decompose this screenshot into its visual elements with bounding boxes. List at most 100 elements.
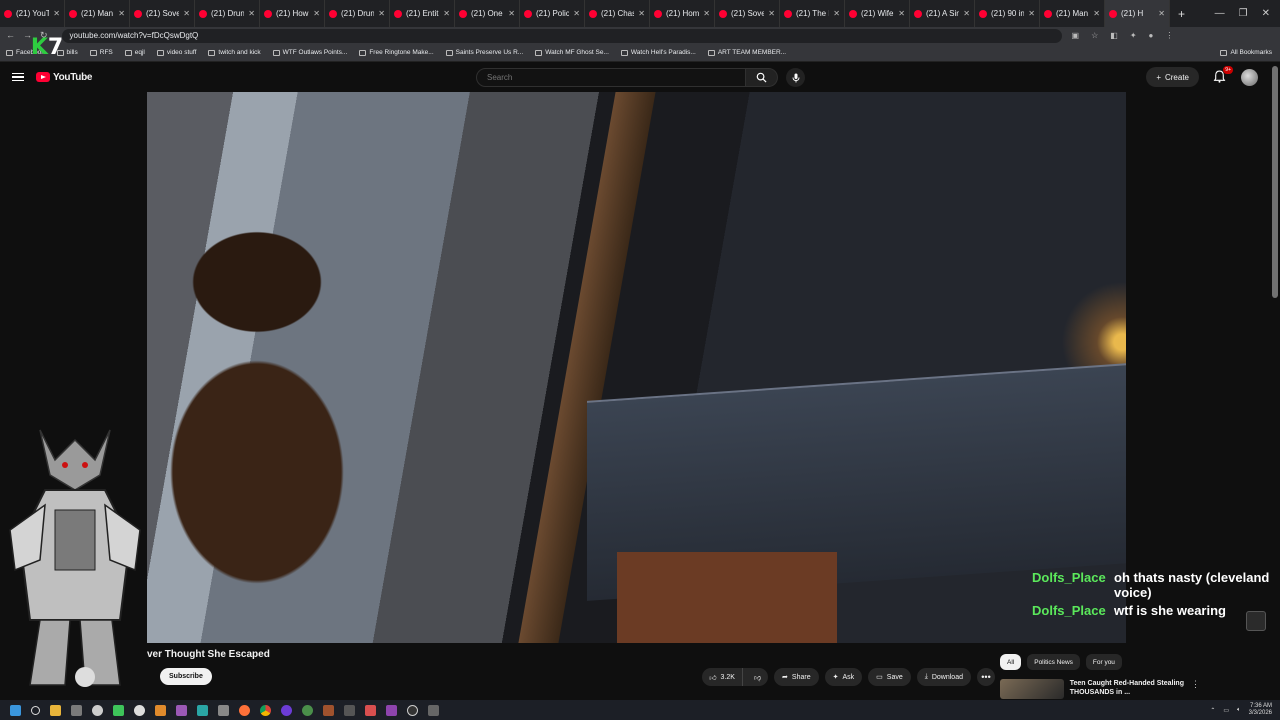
tab-close-icon[interactable]: ✕ xyxy=(508,9,515,18)
profile-icon[interactable]: ● xyxy=(1149,31,1154,40)
recommended-video-thumbnail[interactable] xyxy=(1000,679,1064,699)
browser-tab[interactable]: (21) Wife ✕ xyxy=(845,0,910,27)
bookmark-item[interactable]: Free Ringtone Make... xyxy=(353,49,439,56)
extension-icon[interactable]: ◧ xyxy=(1110,31,1118,40)
browser-tab[interactable]: (21) Drunk ✕ xyxy=(195,0,260,27)
notifications-button[interactable]: 9+ xyxy=(1213,66,1233,84)
chip-politics-news[interactable]: Politics News xyxy=(1027,654,1080,670)
tab-close-icon[interactable]: ✕ xyxy=(313,9,320,18)
browser-tab[interactable]: (21) Home✕ xyxy=(650,0,715,27)
taskbar-app-icon[interactable] xyxy=(155,704,166,716)
taskbar-app-icon[interactable] xyxy=(386,704,397,716)
browser-tab[interactable]: (21) One o ✕ xyxy=(455,0,520,27)
extension-icon[interactable]: ▣ xyxy=(1072,31,1080,40)
browser-tab[interactable]: (21) Chass ✕ xyxy=(585,0,650,27)
chip-all[interactable]: All xyxy=(1000,654,1022,670)
taskbar-app-icon[interactable] xyxy=(71,704,82,716)
taskbar-app-icon[interactable] xyxy=(176,704,187,716)
recommended-video-title[interactable]: Teen Caught Red-Handed Stealing THOUSAND… xyxy=(1070,679,1185,699)
browser-tab[interactable]: (21) Sover ✕ xyxy=(130,0,195,27)
browser-tab[interactable]: (21) YouTu ✕ xyxy=(0,0,65,27)
download-button[interactable]: ⤓ Download xyxy=(916,668,971,686)
browser-tab[interactable]: (21) A Sim ✕ xyxy=(910,0,975,27)
browser-tab[interactable]: (21) Sover ✕ xyxy=(715,0,780,27)
taskbar-app-icon[interactable] xyxy=(281,704,292,716)
page-scrollbar[interactable] xyxy=(1272,66,1278,298)
bookmark-item[interactable]: Watch Hell's Paradis... xyxy=(615,49,702,56)
minimize-icon[interactable]: — xyxy=(1215,8,1225,19)
browser-tab[interactable]: (21) The h ✕ xyxy=(780,0,845,27)
browser-tab[interactable]: (21) 90 in ✕ xyxy=(975,0,1040,27)
steam-icon[interactable] xyxy=(134,704,145,716)
browser-tab[interactable]: (21) Drunk ✕ xyxy=(325,0,390,27)
url-field[interactable]: youtube.com/watch?v=fDcQswDgtQ xyxy=(61,28,1062,43)
bookmark-item[interactable]: Saints Preserve Us R... xyxy=(440,49,530,56)
url-text[interactable]: youtube.com/watch?v=fDcQswDgtQ xyxy=(70,31,199,40)
taskbar-app-icon[interactable] xyxy=(302,704,313,716)
subscribe-button[interactable]: Subscribe xyxy=(160,668,212,685)
search-button[interactable] xyxy=(746,68,778,87)
tab-close-icon[interactable]: ✕ xyxy=(53,9,60,18)
firefox-icon[interactable] xyxy=(239,704,250,716)
channel-avatar[interactable] xyxy=(75,667,95,687)
tab-close-icon[interactable]: ✕ xyxy=(833,9,840,18)
tray-chevron-icon[interactable]: ⌃ xyxy=(1210,707,1215,714)
bookmark-item[interactable]: eqjl xyxy=(119,49,151,56)
tab-close-icon[interactable]: ✕ xyxy=(963,9,970,18)
taskbar-search-icon[interactable] xyxy=(31,705,40,715)
taskbar-app-icon[interactable] xyxy=(218,704,229,716)
more-actions-button[interactable]: ••• xyxy=(977,668,995,686)
chrome-icon[interactable] xyxy=(260,704,271,716)
taskbar-app-icon[interactable] xyxy=(428,704,439,716)
browser-tab[interactable]: (21) Man (✕ xyxy=(1040,0,1105,27)
all-bookmarks-button[interactable]: All Bookmarks xyxy=(1214,49,1280,56)
bookmark-item[interactable]: WTF Outlaws Points... xyxy=(267,49,354,56)
tab-close-icon[interactable]: ✕ xyxy=(1158,9,1165,18)
network-icon[interactable]: ▭ xyxy=(1223,707,1229,714)
bookmark-item[interactable]: ART TEAM MEMBER... xyxy=(702,49,792,56)
browser-tab[interactable]: (21) Man h ✕ xyxy=(65,0,130,27)
create-button[interactable]: + Create xyxy=(1146,67,1199,87)
share-button[interactable]: ➦ Share xyxy=(774,668,819,686)
browser-tab[interactable]: (21) Police ✕ xyxy=(520,0,585,27)
extensions-puzzle-icon[interactable]: ✦ xyxy=(1130,31,1137,40)
taskbar-app-icon[interactable] xyxy=(113,704,124,716)
bookmark-star-icon[interactable]: ☆ xyxy=(1091,31,1098,40)
account-avatar[interactable] xyxy=(1241,68,1258,86)
windows-start-icon[interactable] xyxy=(10,704,21,716)
tab-close-icon[interactable]: ✕ xyxy=(1093,9,1100,18)
recommended-video[interactable]: Teen Caught Red-Handed Stealing THOUSAND… xyxy=(1000,679,1270,699)
chip-for-you[interactable]: For you xyxy=(1085,654,1122,670)
tab-close-icon[interactable]: ✕ xyxy=(443,9,450,18)
dislike-button[interactable]: 👎︎ xyxy=(747,668,768,686)
ask-button[interactable]: ✦ Ask xyxy=(824,668,863,686)
tab-close-icon[interactable]: ✕ xyxy=(118,9,125,18)
bookmark-item[interactable]: RFS xyxy=(84,49,119,56)
new-tab-button[interactable]: + xyxy=(1170,7,1193,21)
browser-tab[interactable]: (21) Entitl ✕ xyxy=(390,0,455,27)
bookmark-item[interactable]: twitch and kick xyxy=(202,49,266,56)
taskbar-app-icon[interactable] xyxy=(365,704,376,716)
system-clock[interactable]: 7:36 AM 3/3/2026 xyxy=(1249,703,1272,717)
bookmark-item[interactable]: Watch MF Ghost Se... xyxy=(529,49,615,56)
bookmark-item[interactable]: video stuff xyxy=(151,49,203,56)
close-icon[interactable]: ✕ xyxy=(1262,8,1270,19)
video-player[interactable] xyxy=(147,92,1126,643)
maximize-icon[interactable]: ❐ xyxy=(1239,8,1248,19)
taskbar-app-icon[interactable] xyxy=(323,704,334,716)
voice-search-button[interactable] xyxy=(786,68,805,87)
taskbar-app-icon[interactable] xyxy=(197,704,208,716)
youtube-logo[interactable]: YouTube xyxy=(36,72,93,83)
save-button[interactable]: ▭ Save xyxy=(868,668,911,686)
taskbar-app-icon[interactable] xyxy=(344,704,355,716)
browser-menu-icon[interactable]: ⋮ xyxy=(1165,31,1173,40)
tab-close-icon[interactable]: ✕ xyxy=(898,9,905,18)
browser-tab[interactable]: (21) H ✕ xyxy=(1105,0,1170,27)
tab-close-icon[interactable]: ✕ xyxy=(248,9,255,18)
taskbar-app-icon[interactable] xyxy=(92,704,103,716)
more-vert-icon[interactable]: ⋮ xyxy=(1191,679,1270,699)
obs-icon[interactable] xyxy=(407,704,418,716)
search-input[interactable] xyxy=(476,68,746,87)
tab-close-icon[interactable]: ✕ xyxy=(703,9,710,18)
file-explorer-icon[interactable] xyxy=(50,704,61,716)
